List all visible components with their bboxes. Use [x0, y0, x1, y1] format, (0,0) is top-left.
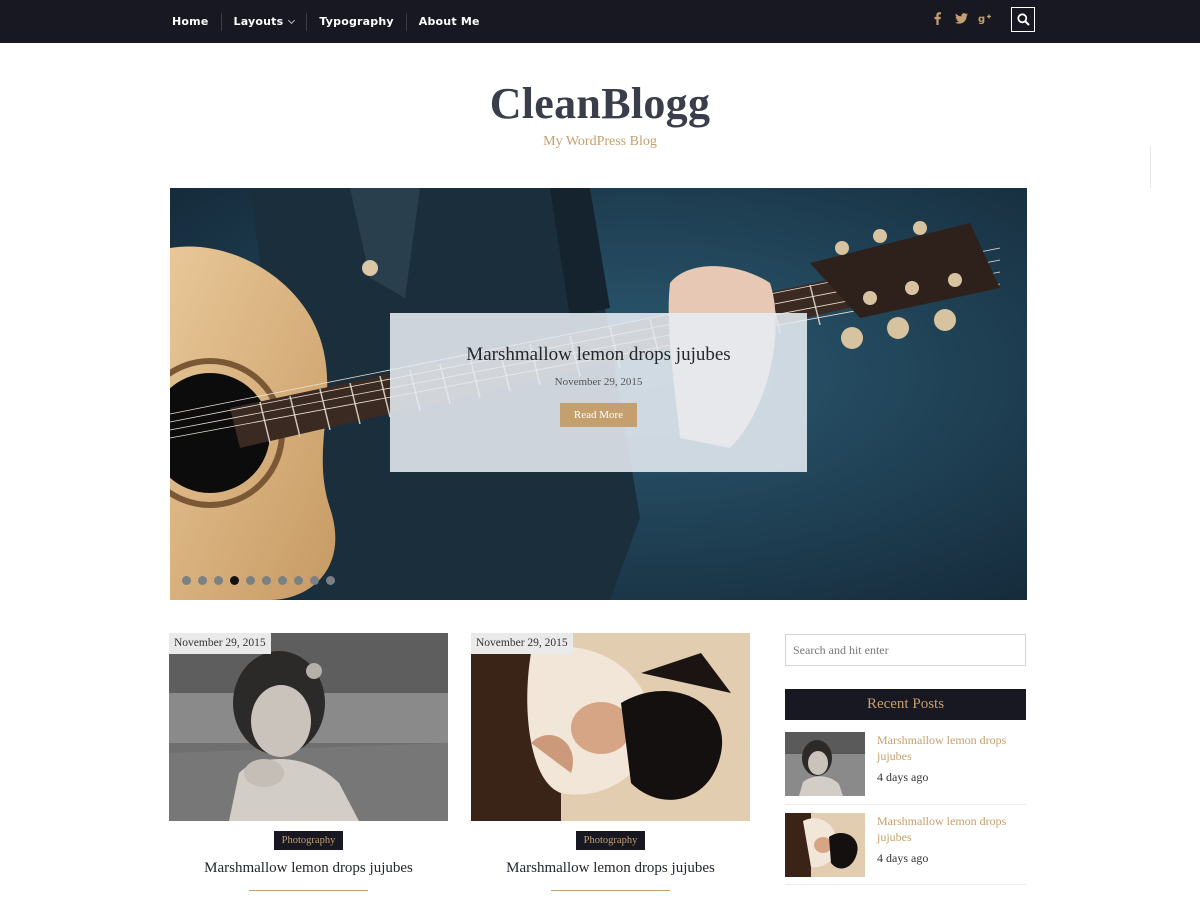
post-card: November 29, 2015 Photography Marshmallo… — [169, 633, 448, 891]
slider-dot[interactable] — [182, 576, 191, 585]
google-plus-icon[interactable]: g — [978, 10, 992, 26]
sidebar-search-input[interactable] — [785, 634, 1026, 666]
recent-post-item: Marshmallow lemon drops jujubes 4 days a… — [785, 813, 1026, 885]
post-title[interactable]: Marshmallow lemon drops jujubes — [169, 860, 448, 877]
nav-about-me[interactable]: About Me — [407, 13, 492, 31]
category-tag: Photography — [471, 830, 750, 850]
recent-post-time: 4 days ago — [877, 770, 929, 784]
post-card: November 29, 2015 Photography Marshmallo… — [471, 633, 750, 891]
divider — [551, 890, 670, 891]
slider-dot[interactable] — [246, 576, 255, 585]
slider-dot[interactable] — [294, 576, 303, 585]
search-toggle-button[interactable] — [1011, 7, 1035, 32]
facebook-icon[interactable] — [930, 10, 944, 26]
social-links: g — [930, 10, 992, 26]
search-icon — [1016, 13, 1030, 26]
post-thumbnail[interactable]: November 29, 2015 — [169, 633, 448, 821]
nav-home-label: Home — [172, 14, 209, 28]
divider — [785, 804, 1026, 805]
slider-dot[interactable] — [262, 576, 271, 585]
recent-post-item: Marshmallow lemon drops jujubes 4 days a… — [785, 732, 1026, 804]
chevron-down-icon — [288, 16, 296, 24]
divider — [785, 884, 1026, 885]
recent-post-thumbnail[interactable] — [785, 732, 865, 796]
nav-about-label: About Me — [418, 14, 480, 28]
slider-dot[interactable] — [214, 576, 223, 585]
slider-dot[interactable] — [198, 576, 207, 585]
category-tag: Photography — [169, 830, 448, 850]
slider-title[interactable]: Marshmallow lemon drops jujubes — [390, 344, 807, 366]
main-menu: Home Layouts Typography About Me — [160, 0, 492, 43]
slider-pagination — [182, 576, 335, 585]
post-thumbnail[interactable]: November 29, 2015 — [471, 633, 750, 821]
site-tagline: My WordPress Blog — [543, 134, 657, 149]
category-link[interactable]: Photography — [273, 831, 344, 850]
slider-dot[interactable] — [310, 576, 319, 585]
nav-layouts[interactable]: Layouts — [222, 12, 308, 31]
nav-layouts-label: Layouts — [233, 14, 284, 28]
slider-caption: Marshmallow lemon drops jujubes November… — [390, 313, 807, 472]
category-link[interactable]: Photography — [575, 831, 646, 850]
slider-dot[interactable] — [230, 576, 239, 585]
recent-post-title[interactable]: Marshmallow lemon drops jujubes — [877, 813, 1026, 845]
divider — [249, 890, 368, 891]
recent-post-title[interactable]: Marshmallow lemon drops jujubes — [877, 732, 1026, 764]
post-date: November 29, 2015 — [169, 633, 271, 654]
featured-slider[interactable]: Marshmallow lemon drops jujubes November… — [170, 188, 1027, 600]
nav-typography-label: Typography — [319, 14, 394, 28]
top-navbar: Home Layouts Typography About Me g — [0, 0, 1200, 43]
site-title[interactable]: CleanBlogg — [0, 78, 1200, 129]
svg-text:g: g — [978, 14, 985, 24]
recent-post-time: 4 days ago — [877, 851, 929, 865]
twitter-icon[interactable] — [954, 10, 968, 26]
recent-posts-heading: Recent Posts — [785, 689, 1026, 720]
slider-dot[interactable] — [326, 576, 335, 585]
recent-post-thumbnail[interactable] — [785, 813, 865, 877]
divider — [1150, 146, 1151, 188]
nav-typography[interactable]: Typography — [307, 12, 407, 31]
post-title[interactable]: Marshmallow lemon drops jujubes — [471, 860, 750, 877]
slider-date: November 29, 2015 — [554, 376, 643, 388]
post-date: November 29, 2015 — [471, 633, 573, 654]
slider-dot[interactable] — [278, 576, 287, 585]
read-more-button[interactable]: Read More — [559, 403, 638, 427]
nav-home[interactable]: Home — [160, 12, 222, 31]
